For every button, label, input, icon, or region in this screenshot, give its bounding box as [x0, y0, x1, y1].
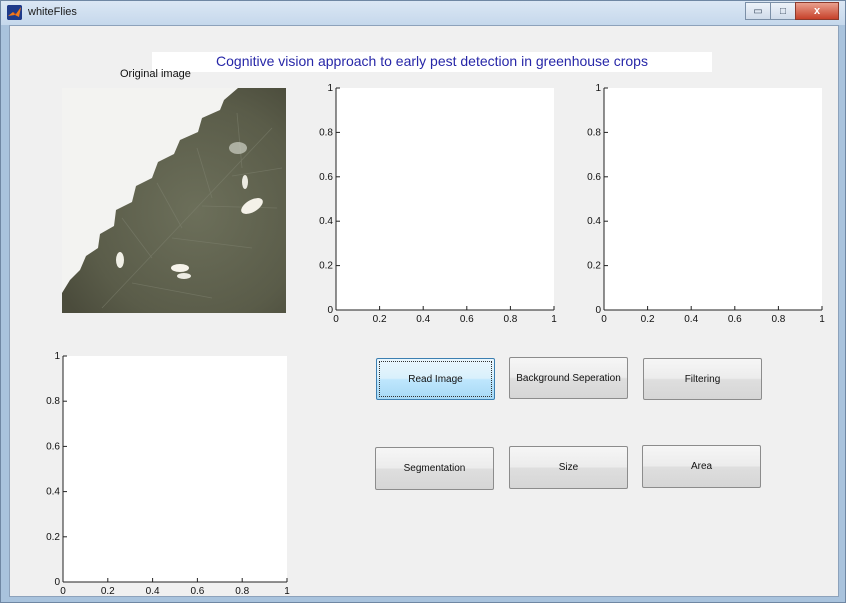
page-title: Cognitive vision approach to early pest … [216, 53, 648, 69]
y-tick-label: 0.4 [46, 487, 60, 498]
axes-plot-area [604, 88, 822, 310]
background-separation-button[interactable]: Background Seperation [509, 357, 628, 399]
axes-bottom-left: 0 0.2 0.4 0.6 0.8 1 0 0.2 0.4 0.6 0.8 1 [42, 348, 290, 598]
minimize-button[interactable]: ▭ [745, 2, 771, 20]
x-tick-label: 0 [601, 314, 607, 325]
y-tick-label: 0.8 [319, 127, 333, 138]
maximize-button[interactable]: □ [770, 2, 796, 20]
axes-top-right: 0 0.2 0.4 0.6 0.8 1 0 0.2 0.4 0.6 0.8 1 [584, 80, 830, 325]
figure-area: Cognitive vision approach to early pest … [9, 25, 839, 597]
y-tick-label: 0.2 [319, 261, 333, 272]
y-tick-label: 0.4 [319, 216, 333, 227]
y-tick-label: 0.2 [587, 261, 601, 272]
y-tick-label: 0.8 [587, 127, 601, 138]
minimize-icon: ▭ [753, 5, 763, 17]
x-tick-label: 0.2 [373, 314, 387, 325]
x-tick-label: 0.6 [460, 314, 474, 325]
axes-plot-area [336, 88, 554, 310]
title-bar[interactable]: whiteFlies ▭ □ x [1, 1, 845, 25]
x-tick-label: 0.4 [684, 314, 698, 325]
y-tick-label: 1 [595, 83, 601, 94]
axes-bottom-left-svg: 00.20.40.60.81 0 0.2 0.4 0.6 0.8 1 [46, 351, 290, 597]
x-tick-label: 0.4 [416, 314, 430, 325]
axes-top-middle-svg: 00.20.40.60.81 0 0.2 0.4 0.6 0.8 1 [319, 83, 557, 325]
axes-top-middle: 0 0.2 0.4 0.6 0.8 1 0 0.2 0.4 0.6 0.8 1 [316, 80, 562, 325]
window-title: whiteFlies [28, 6, 77, 18]
size-button[interactable]: Size [509, 446, 628, 489]
x-tick-label: 0.8 [235, 586, 249, 597]
original-image [62, 88, 286, 313]
close-button[interactable]: x [795, 2, 839, 20]
y-tick-label: 1 [54, 351, 60, 362]
x-tick-label: 0.8 [503, 314, 517, 325]
axes-top-right-svg: 00.20.40.60.81 0 0.2 0.4 0.6 0.8 1 [587, 83, 825, 325]
filtering-button[interactable]: Filtering [643, 358, 762, 400]
x-tick-label: 1 [284, 586, 290, 597]
matlab-icon [7, 5, 22, 20]
original-image-label: Original image [120, 68, 191, 80]
y-tick-label: 1 [327, 83, 333, 94]
x-tick-label: 1 [819, 314, 825, 325]
x-tick-label: 0 [333, 314, 339, 325]
y-tick-label: 0.6 [46, 441, 60, 452]
y-tick-label: 0.8 [46, 396, 60, 407]
segmentation-button[interactable]: Segmentation [375, 447, 494, 490]
x-tick-label: 0.8 [771, 314, 785, 325]
x-tick-label: 0.6 [190, 586, 204, 597]
x-tick-label: 1 [551, 314, 557, 325]
close-icon: x [813, 5, 821, 17]
y-tick-label: 0.2 [46, 532, 60, 543]
y-tick-label: 0.6 [587, 172, 601, 183]
y-tick-label: 0.6 [319, 172, 333, 183]
app-window: whiteFlies ▭ □ x Cognitive vision approa… [0, 0, 846, 603]
x-tick-label: 0.2 [101, 586, 115, 597]
read-image-button[interactable]: Read Image [376, 358, 495, 400]
x-tick-label: 0.2 [641, 314, 655, 325]
x-tick-label: 0 [60, 586, 66, 597]
x-tick-label: 0.4 [146, 586, 160, 597]
axes-plot-area [63, 356, 287, 582]
maximize-icon: □ [779, 5, 787, 17]
y-tick-label: 0.4 [587, 216, 601, 227]
area-button[interactable]: Area [642, 445, 761, 488]
x-tick-label: 0.6 [728, 314, 742, 325]
window-controls: ▭ □ x [745, 2, 839, 20]
